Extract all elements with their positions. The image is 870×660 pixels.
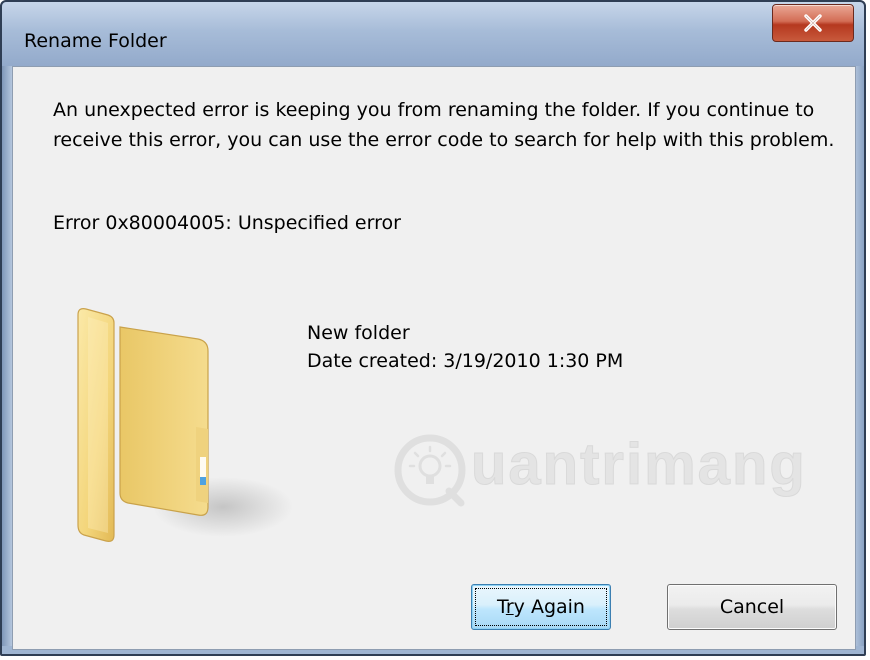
folder-date-created: Date created: 3/19/2010 1:30 PM: [307, 350, 624, 372]
dialog-content: An unexpected error is keeping you from …: [12, 66, 856, 650]
error-message: An unexpected error is keeping you from …: [53, 99, 835, 151]
close-button[interactable]: [772, 4, 854, 42]
error-code: Error 0x80004005: Unspecified error: [53, 212, 401, 234]
window-title: Rename Folder: [24, 30, 167, 52]
cancel-button[interactable]: Cancel: [667, 584, 837, 630]
try-again-prefix: T: [497, 596, 506, 618]
title-bar[interactable]: Rename Folder: [2, 2, 864, 66]
close-icon: [804, 14, 822, 32]
folder-icon: [77, 308, 293, 542]
try-again-mnemonic: r: [505, 596, 514, 618]
watermark: uantrimang: [393, 425, 813, 515]
window-frame-left: [2, 66, 12, 654]
try-again-suffix: y Again: [513, 596, 585, 618]
try-again-button[interactable]: Try Again: [471, 584, 611, 630]
rename-folder-window: Rename Folder An unexpected error is kee…: [0, 0, 866, 656]
watermark-text: uantrimang: [471, 432, 807, 498]
folder-name: New folder: [307, 322, 410, 344]
lightbulb-q-logo: [394, 434, 466, 507]
